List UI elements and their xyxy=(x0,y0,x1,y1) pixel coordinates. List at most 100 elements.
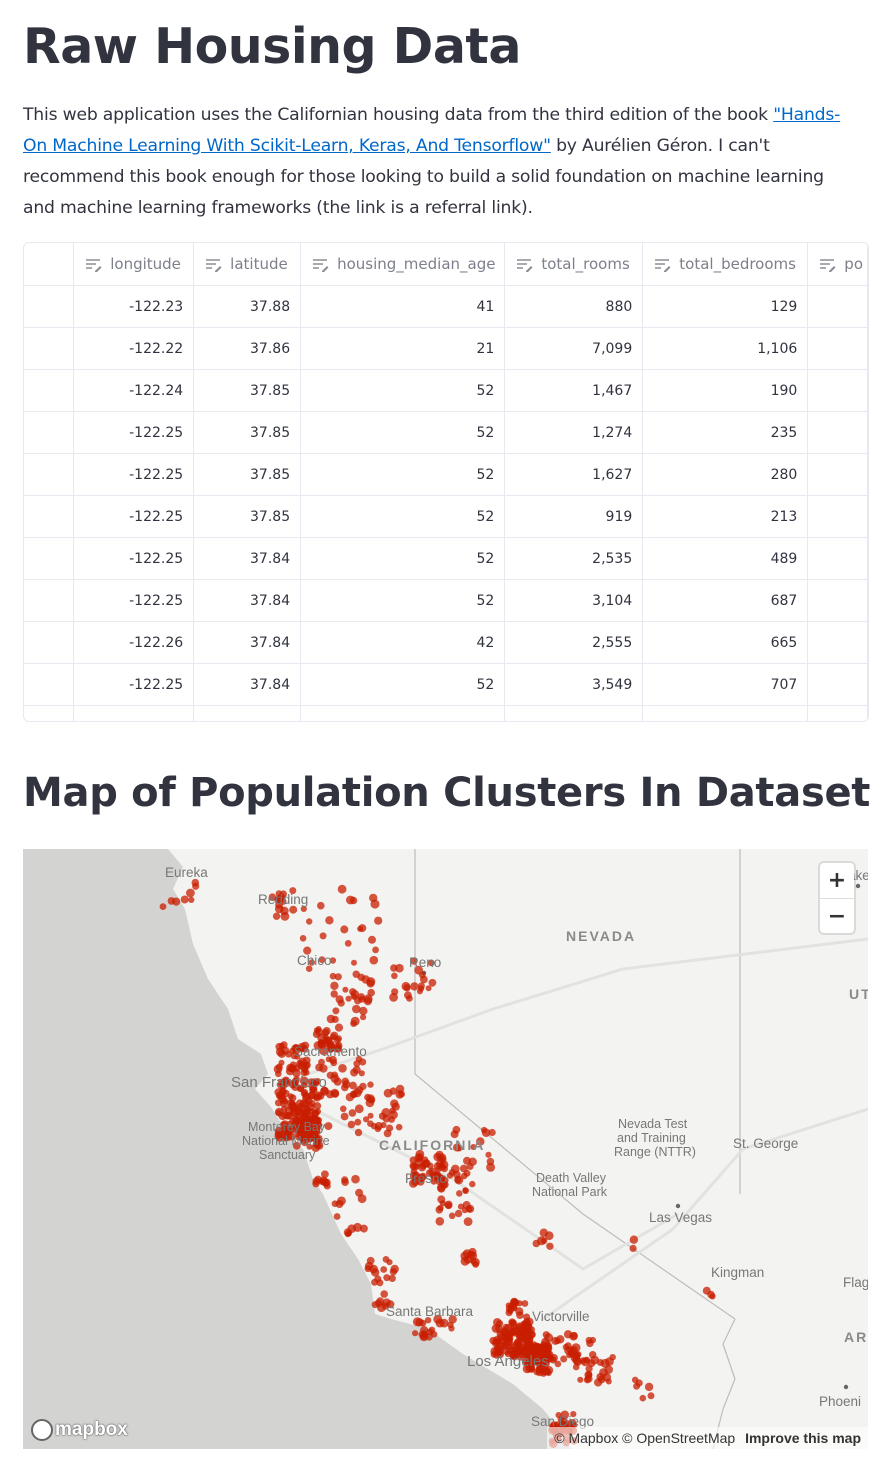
table-row[interactable]: -122.25 37.85 52 919 213 xyxy=(24,495,868,538)
table-cell[interactable]: 2,535 xyxy=(504,537,644,580)
table-cell[interactable] xyxy=(807,285,868,328)
table-cell[interactable]: 52 xyxy=(300,411,506,454)
table-cell[interactable]: 3,549 xyxy=(504,663,644,706)
table-cell[interactable]: -122.22 xyxy=(73,327,195,370)
table-cell xyxy=(807,705,868,721)
table-cell[interactable]: 3,104 xyxy=(504,579,644,622)
table-row[interactable]: -122.24 37.85 52 1,467 190 xyxy=(24,369,868,412)
table-cell[interactable]: -122.25 xyxy=(73,453,195,496)
column-header[interactable]: latitude xyxy=(193,243,302,286)
population-point xyxy=(366,1094,375,1104)
column-header[interactable]: total_rooms xyxy=(504,243,644,286)
table-row[interactable]: -122.25 37.85 52 1,627 280 xyxy=(24,453,868,496)
table-cell[interactable]: -122.25 xyxy=(73,663,195,706)
table-cell[interactable]: -122.25 xyxy=(73,579,195,622)
table-cell[interactable]: 919 xyxy=(504,495,644,538)
table-cell[interactable]: 1,467 xyxy=(504,369,644,412)
table-cell[interactable] xyxy=(807,411,868,454)
table-cell[interactable]: 37.86 xyxy=(193,327,302,370)
population-point xyxy=(463,1156,471,1165)
table-cell[interactable]: 489 xyxy=(642,537,809,580)
population-map[interactable]: Eureka Redding Chico Reno NEVADA UT Sacr… xyxy=(23,849,868,1449)
data-table[interactable]: longitude latitude housing_median_age to… xyxy=(23,242,869,722)
table-cell[interactable]: 280 xyxy=(642,453,809,496)
table-cell[interactable]: 235 xyxy=(642,411,809,454)
table-cell[interactable]: -122.23 xyxy=(73,285,195,328)
population-point xyxy=(340,1105,347,1113)
table-row[interactable]: -122.25 37.84 52 3,549 707 xyxy=(24,663,868,706)
table-cell[interactable]: 129 xyxy=(642,285,809,328)
column-header[interactable]: po xyxy=(807,243,868,286)
improve-map-link[interactable]: Improve this map xyxy=(745,1430,861,1446)
table-row[interactable]: -122.22 37.86 21 7,099 1,106 xyxy=(24,327,868,370)
column-header[interactable]: housing_median_age xyxy=(300,243,506,286)
table-cell[interactable]: 52 xyxy=(300,537,506,580)
table-cell[interactable]: 665 xyxy=(642,621,809,664)
table-cell[interactable]: 37.84 xyxy=(193,537,302,580)
map-label: and Training xyxy=(617,1131,686,1145)
table-cell[interactable]: 1,274 xyxy=(504,411,644,454)
population-point xyxy=(709,1293,716,1300)
table-cell[interactable] xyxy=(807,621,868,664)
zoom-out-button[interactable]: − xyxy=(820,898,854,934)
table-cell[interactable] xyxy=(807,579,868,622)
table-cell[interactable]: 41 xyxy=(300,285,506,328)
column-header[interactable]: total_bedrooms xyxy=(642,243,809,286)
table-cell[interactable]: -122.25 xyxy=(73,411,195,454)
table-cell[interactable]: 52 xyxy=(300,453,506,496)
table-cell[interactable]: 1,106 xyxy=(642,327,809,370)
population-point xyxy=(314,1108,321,1115)
table-cell[interactable]: -122.24 xyxy=(73,369,195,412)
table-cell[interactable]: 707 xyxy=(642,663,809,706)
table-row[interactable]: -122.25 37.85 52 1,274 235 xyxy=(24,411,868,454)
table-cell[interactable]: 687 xyxy=(642,579,809,622)
table-cell[interactable]: 52 xyxy=(300,663,506,706)
population-point xyxy=(334,973,342,981)
column-header[interactable]: longitude xyxy=(73,243,195,286)
table-row[interactable]: -122.23 37.88 41 880 129 xyxy=(24,285,868,328)
table-row[interactable]: -122.25 37.84 52 2,535 489 xyxy=(24,537,868,580)
table-cell[interactable]: 21 xyxy=(300,327,506,370)
table-cell[interactable]: 2,555 xyxy=(504,621,644,664)
table-cell[interactable]: 37.85 xyxy=(193,495,302,538)
table-cell[interactable]: 52 xyxy=(300,579,506,622)
table-cell[interactable]: 37.85 xyxy=(193,369,302,412)
table-row[interactable]: -122.26 37.84 42 2,555 665 xyxy=(24,621,868,664)
table-cell[interactable]: 42 xyxy=(300,621,506,664)
table-cell[interactable]: 190 xyxy=(642,369,809,412)
table-cell[interactable]: 37.84 xyxy=(193,663,302,706)
zoom-in-button[interactable]: + xyxy=(820,863,854,898)
osm-attribution-link[interactable]: © OpenStreetMap xyxy=(622,1430,735,1446)
table-row[interactable]: -122.25 37.84 52 3,104 687 xyxy=(24,579,868,622)
table-cell[interactable]: -122.26 xyxy=(73,621,195,664)
table-cell[interactable] xyxy=(807,453,868,496)
population-point xyxy=(369,955,379,965)
table-cell[interactable]: 37.88 xyxy=(193,285,302,328)
table-cell[interactable]: 37.85 xyxy=(193,453,302,496)
table-cell[interactable]: -122.25 xyxy=(73,495,195,538)
row-index-cell xyxy=(24,537,75,580)
table-cell[interactable]: 52 xyxy=(300,369,506,412)
population-point xyxy=(570,1331,578,1340)
table-cell[interactable] xyxy=(807,495,868,538)
text-column-icon xyxy=(819,258,836,272)
table-cell[interactable] xyxy=(807,369,868,412)
population-point xyxy=(586,1339,594,1348)
table-cell[interactable]: -122.25 xyxy=(73,537,195,580)
mapbox-attribution-link[interactable]: © Mapbox xyxy=(554,1430,618,1446)
table-cell[interactable]: 52 xyxy=(300,495,506,538)
table-cell[interactable]: 37.85 xyxy=(193,411,302,454)
table-cell[interactable]: 37.84 xyxy=(193,579,302,622)
table-cell[interactable]: 7,099 xyxy=(504,327,644,370)
table-cell[interactable]: 880 xyxy=(504,285,644,328)
table-cell[interactable]: 1,627 xyxy=(504,453,644,496)
table-cell[interactable]: 213 xyxy=(642,495,809,538)
zoom-controls: + − xyxy=(820,863,854,933)
table-cell[interactable] xyxy=(807,663,868,706)
table-cell[interactable] xyxy=(807,327,868,370)
map-label: Chico xyxy=(297,953,332,968)
mapbox-logo[interactable]: mapbox xyxy=(31,1419,128,1441)
map-label: Death Valley xyxy=(536,1171,607,1185)
table-cell[interactable] xyxy=(807,537,868,580)
table-cell[interactable]: 37.84 xyxy=(193,621,302,664)
